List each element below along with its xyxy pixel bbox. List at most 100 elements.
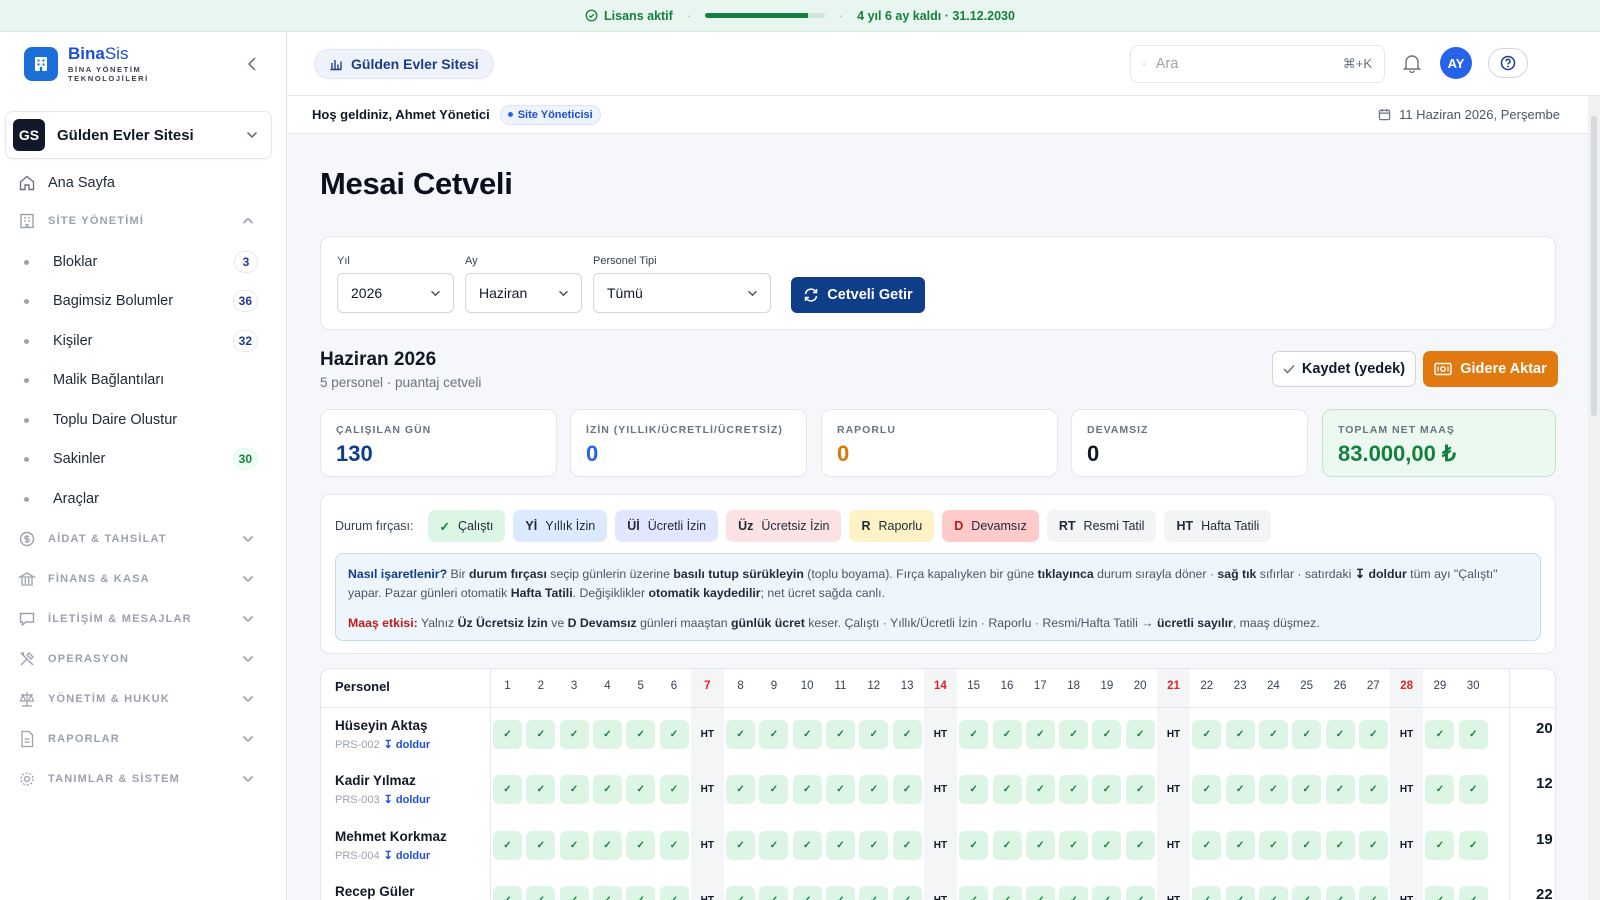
day-cell-worked[interactable]: ✓ — [1025, 775, 1055, 804]
day-cell-worked[interactable]: ✓ — [559, 886, 589, 900]
day-cell-worked[interactable]: ✓ — [759, 775, 789, 804]
brush-chip--cretsiz-i-zin[interactable]: Üz Ücretsiz İzin — [726, 510, 842, 542]
day-cell-weekend[interactable]: HT — [1392, 831, 1421, 860]
day-cell-worked[interactable]: ✓ — [526, 720, 556, 749]
sidebar-item-sakinler[interactable]: Sakinler 30 — [24, 446, 258, 472]
day-cell-worked[interactable]: ✓ — [1125, 886, 1155, 900]
day-cell-worked[interactable]: ✓ — [792, 775, 822, 804]
day-cell-weekend[interactable]: HT — [926, 775, 955, 804]
sidebar-section-chat[interactable]: İLETİŞİM & MESAJLAR — [18, 608, 254, 630]
day-cell-worked[interactable]: ✓ — [992, 775, 1022, 804]
day-cell-worked[interactable]: ✓ — [792, 831, 822, 860]
day-cell-worked[interactable]: ✓ — [1325, 775, 1355, 804]
day-cell-worked[interactable]: ✓ — [726, 831, 756, 860]
brush-chip-y-ll-k-i-zin[interactable]: Yİ Yıllık İzin — [513, 510, 608, 542]
day-cell-worked[interactable]: ✓ — [1325, 886, 1355, 900]
day-cell-worked[interactable]: ✓ — [1092, 775, 1122, 804]
day-cell-worked[interactable]: ✓ — [1458, 886, 1488, 900]
year-select[interactable]: 2026 — [337, 273, 454, 313]
sidebar-item-bloklar[interactable]: Bloklar 3 — [24, 249, 258, 275]
month-select[interactable]: Haziran — [465, 273, 582, 313]
day-cell-worked[interactable]: ✓ — [1059, 831, 1089, 860]
day-cell-worked[interactable]: ✓ — [1458, 831, 1488, 860]
day-cell-worked[interactable]: ✓ — [626, 831, 656, 860]
day-cell-worked[interactable]: ✓ — [1425, 831, 1455, 860]
day-cell-worked[interactable]: ✓ — [1225, 886, 1255, 900]
day-cell-worked[interactable]: ✓ — [1425, 775, 1455, 804]
help-button[interactable] — [1488, 48, 1528, 78]
day-cell-worked[interactable]: ✓ — [1225, 720, 1255, 749]
day-cell-worked[interactable]: ✓ — [892, 831, 922, 860]
day-cell-worked[interactable]: ✓ — [826, 831, 855, 860]
day-cell-worked[interactable]: ✓ — [1292, 720, 1322, 749]
collapse-sidebar-button[interactable] — [242, 54, 262, 74]
day-cell-weekend[interactable]: HT — [693, 831, 722, 860]
day-cell-worked[interactable]: ✓ — [1025, 720, 1055, 749]
day-cell-worked[interactable]: ✓ — [592, 831, 622, 860]
day-cell-worked[interactable]: ✓ — [959, 775, 989, 804]
sidebar-item-home[interactable]: Ana Sayfa — [18, 171, 115, 195]
transfer-to-expense-button[interactable]: Gidere Aktar — [1423, 351, 1558, 387]
day-cell-worked[interactable]: ✓ — [659, 831, 689, 860]
day-cell-worked[interactable]: ✓ — [1292, 775, 1322, 804]
day-cell-worked[interactable]: ✓ — [726, 720, 756, 749]
sidebar-item-bagimsiz-bolumler[interactable]: Bagimsiz Bolumler 36 — [24, 288, 258, 314]
day-cell-worked[interactable]: ✓ — [992, 831, 1022, 860]
sidebar-section-bank[interactable]: FİNANS & KASA — [18, 568, 254, 590]
day-cell-worked[interactable]: ✓ — [526, 831, 556, 860]
page-scrollbar[interactable] — [1588, 96, 1600, 900]
day-cell-worked[interactable]: ✓ — [1258, 886, 1288, 900]
day-cell-worked[interactable]: ✓ — [493, 886, 522, 900]
day-cell-worked[interactable]: ✓ — [859, 720, 889, 749]
day-cell-worked[interactable]: ✓ — [1192, 831, 1222, 860]
sidebar-item-ara-lar[interactable]: Araçlar — [24, 486, 258, 512]
day-cell-weekend[interactable]: HT — [693, 775, 722, 804]
sidebar-item-malik-ba-lant-lar-[interactable]: Malik Bağlantıları — [24, 367, 258, 393]
brush-chip--al-t-[interactable]: ✓ Çalıştı — [427, 510, 506, 542]
day-cell-worked[interactable]: ✓ — [1425, 720, 1455, 749]
day-cell-worked[interactable]: ✓ — [792, 886, 822, 900]
day-cell-weekend[interactable]: HT — [926, 886, 955, 900]
day-cell-worked[interactable]: ✓ — [592, 886, 622, 900]
day-cell-worked[interactable]: ✓ — [892, 775, 922, 804]
notifications-button[interactable] — [1403, 53, 1421, 73]
day-cell-worked[interactable]: ✓ — [1292, 886, 1322, 900]
brush-chip-hafta-tatili[interactable]: HT Hafta Tatili — [1164, 510, 1272, 542]
user-avatar[interactable]: AY — [1440, 47, 1472, 79]
day-cell-worked[interactable]: ✓ — [1092, 720, 1122, 749]
day-cell-worked[interactable]: ✓ — [559, 720, 589, 749]
day-cell-worked[interactable]: ✓ — [626, 720, 656, 749]
day-cell-weekend[interactable]: HT — [1159, 720, 1188, 749]
day-cell-worked[interactable]: ✓ — [1025, 831, 1055, 860]
fill-row-button[interactable]: ↧ doldur — [384, 739, 431, 751]
brush-chip-resmi-tatil[interactable]: RT Resmi Tatil — [1046, 510, 1157, 542]
day-cell-weekend[interactable]: HT — [1159, 775, 1188, 804]
day-cell-weekend[interactable]: HT — [693, 720, 722, 749]
day-cell-worked[interactable]: ✓ — [1125, 831, 1155, 860]
search-input[interactable] — [1155, 56, 1343, 72]
fetch-schedule-button[interactable]: Cetveli Getir — [791, 277, 925, 313]
day-cell-worked[interactable]: ✓ — [892, 886, 922, 900]
day-cell-worked[interactable]: ✓ — [1125, 775, 1155, 804]
day-cell-worked[interactable]: ✓ — [1258, 775, 1288, 804]
day-cell-worked[interactable]: ✓ — [1059, 886, 1089, 900]
day-cell-worked[interactable]: ✓ — [1458, 720, 1488, 749]
day-cell-worked[interactable]: ✓ — [1192, 886, 1222, 900]
day-cell-worked[interactable]: ✓ — [1425, 886, 1455, 900]
day-cell-worked[interactable]: ✓ — [559, 831, 589, 860]
day-cell-weekend[interactable]: HT — [693, 886, 722, 900]
day-cell-worked[interactable]: ✓ — [592, 775, 622, 804]
day-cell-worked[interactable]: ✓ — [1325, 831, 1355, 860]
day-cell-worked[interactable]: ✓ — [859, 886, 889, 900]
day-cell-worked[interactable]: ✓ — [659, 720, 689, 749]
day-cell-worked[interactable]: ✓ — [526, 886, 556, 900]
day-cell-worked[interactable]: ✓ — [1358, 720, 1388, 749]
site-selector[interactable]: GS Gülden Evler Sitesi — [5, 111, 272, 159]
day-cell-worked[interactable]: ✓ — [493, 720, 522, 749]
day-cell-worked[interactable]: ✓ — [859, 775, 889, 804]
fill-row-button[interactable]: ↧ doldur — [384, 850, 431, 862]
day-cell-worked[interactable]: ✓ — [493, 775, 522, 804]
sidebar-section-scale[interactable]: YÖNETİM & HUKUK — [18, 688, 254, 710]
day-cell-worked[interactable]: ✓ — [759, 831, 789, 860]
fill-row-button[interactable]: ↧ doldur — [384, 794, 431, 806]
